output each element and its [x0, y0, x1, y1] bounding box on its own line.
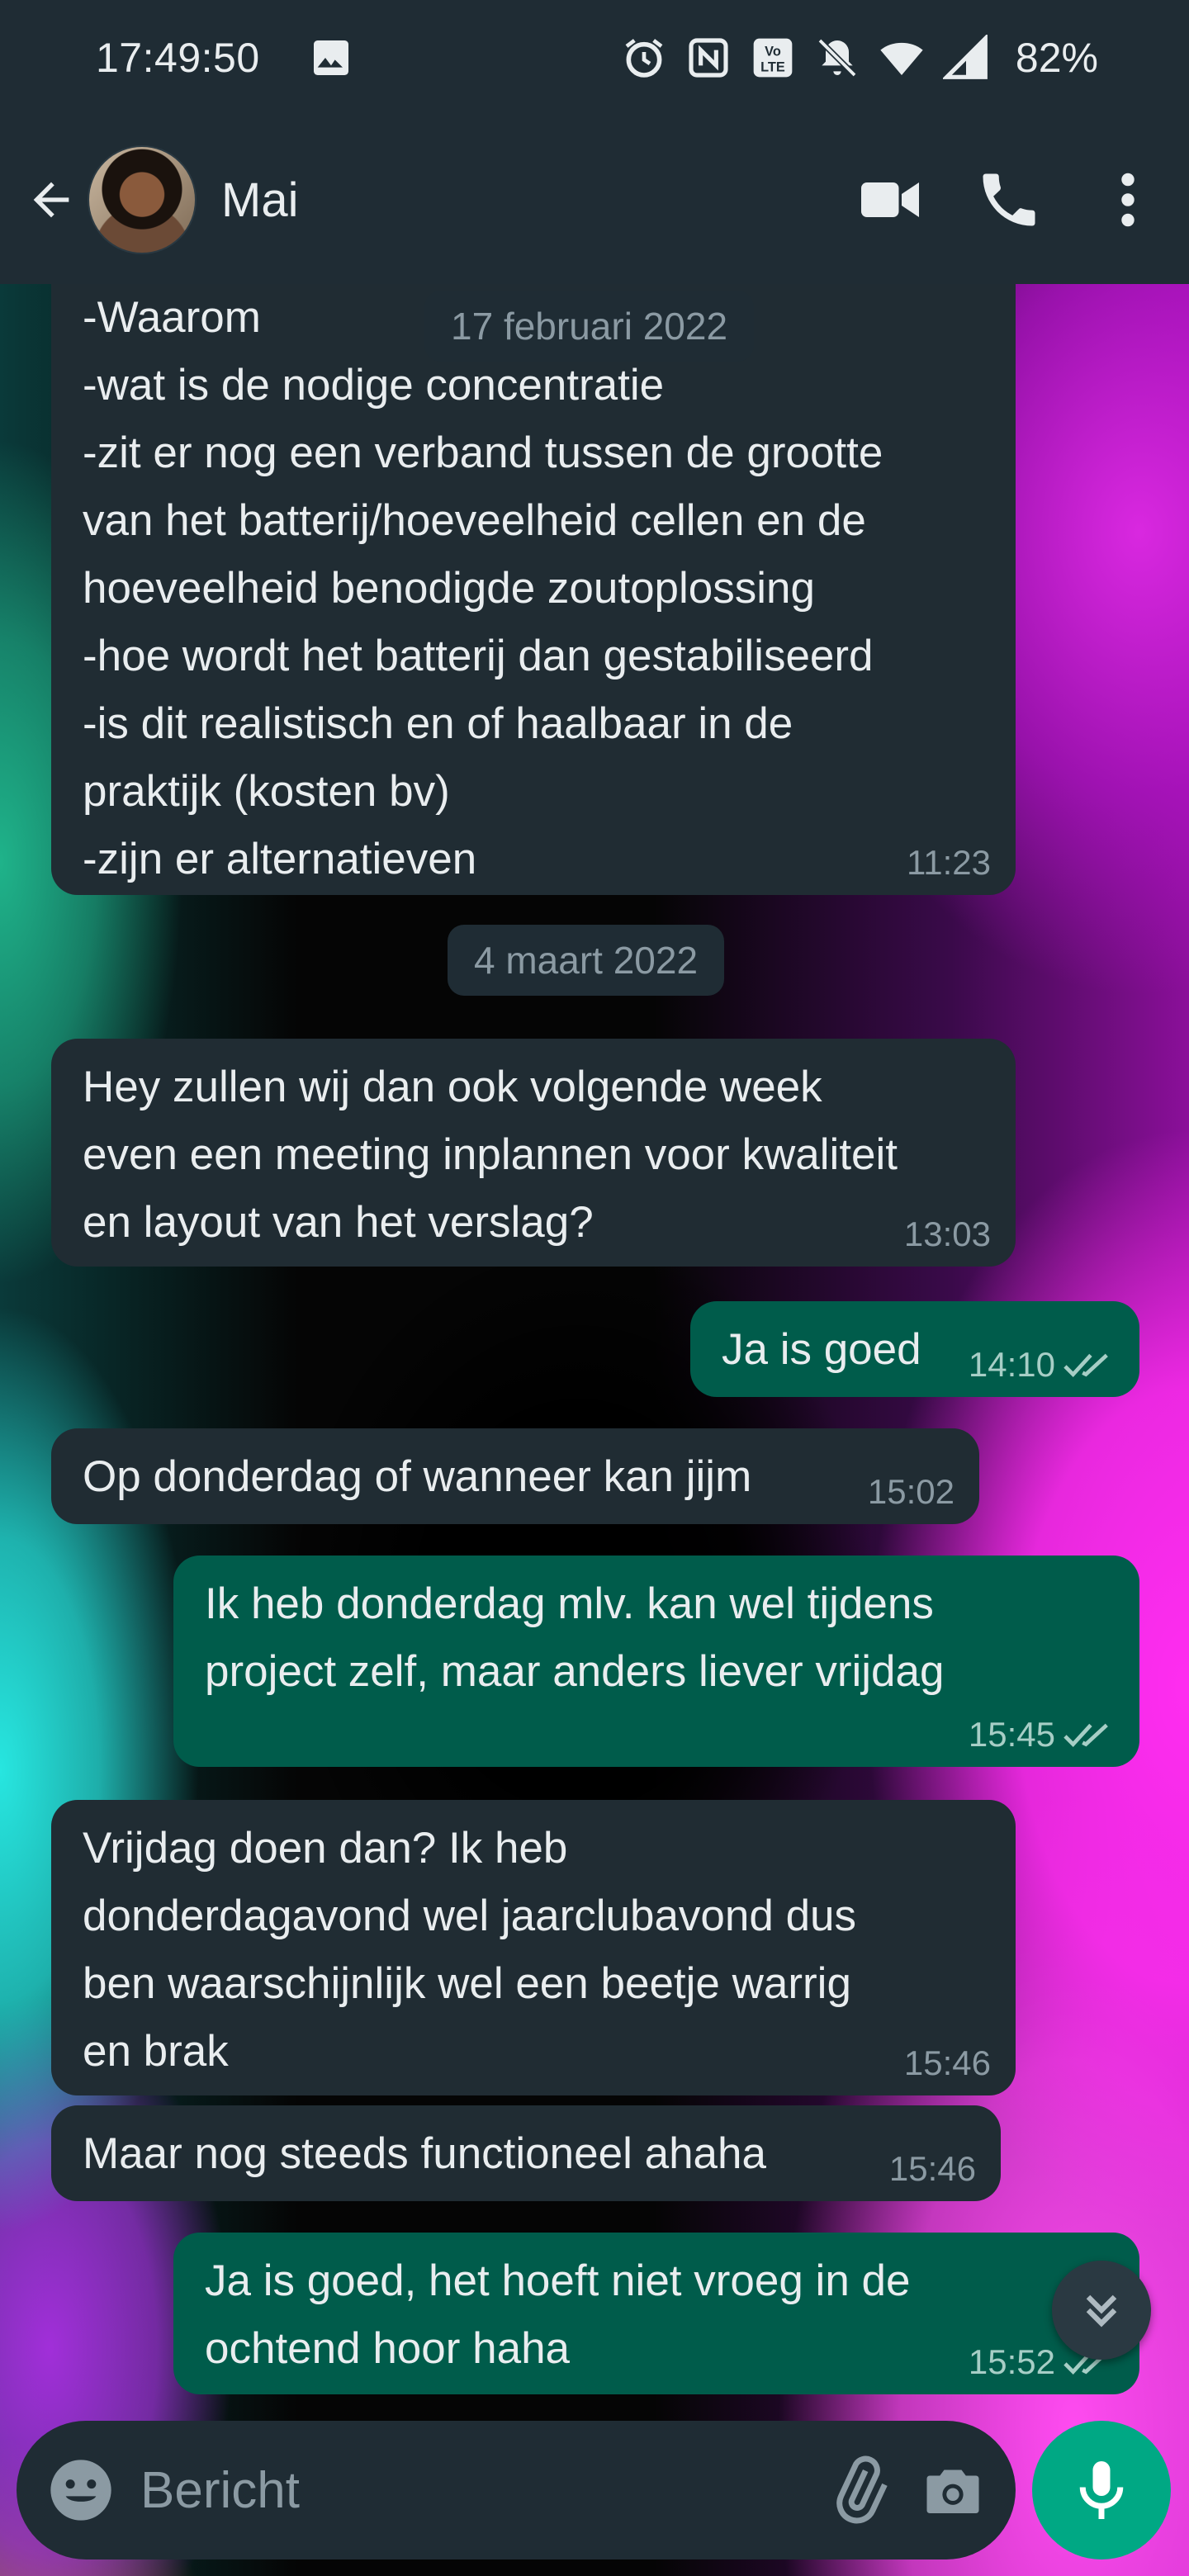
message-text: ben waarschijnlijk wel een beetje warrig: [83, 1959, 851, 2008]
date-separator: 4 maart 2022: [448, 925, 725, 996]
video-call-icon[interactable]: [855, 165, 925, 234]
svg-text:LTE: LTE: [760, 59, 785, 74]
message-outgoing[interactable]: Ik heb donderdag mlv. kan wel tijdens pr…: [173, 1556, 1139, 1767]
mic-button[interactable]: [1032, 2421, 1171, 2559]
svg-text:Vo: Vo: [765, 45, 781, 59]
message-text: -zijn er alternatieven: [83, 835, 477, 883]
image-icon: [308, 35, 354, 81]
message-text: -zit er nog een verband tussen de groott…: [83, 429, 883, 477]
message-outgoing[interactable]: Ja is goed 14:10: [690, 1301, 1139, 1397]
double-check-icon: [1063, 1718, 1115, 1751]
message-time: 11:23: [907, 843, 991, 882]
volte-icon: Vo LTE: [750, 35, 796, 81]
message-incoming[interactable]: -Waarom -wat is de nodige concentratie -…: [51, 284, 1016, 895]
message-list[interactable]: -Waarom -wat is de nodige concentratie -…: [0, 284, 1189, 2414]
message-text: Ja is goed, het hoeft niet vroeg in de: [205, 2256, 911, 2305]
more-vert-icon[interactable]: [1093, 165, 1163, 234]
message-outgoing[interactable]: Ja is goed, het hoeft niet vroeg in de o…: [173, 2233, 1139, 2394]
mic-icon: [1079, 2461, 1124, 2519]
message-composer: [17, 2421, 1016, 2559]
message-incoming[interactable]: Hey zullen wij dan ook volgende week eve…: [51, 1039, 1016, 1267]
message-text: even een meeting inplannen voor kwalitei…: [83, 1130, 898, 1179]
message-time: 15:02: [867, 1472, 955, 1511]
message-time: 13:03: [903, 1215, 991, 1253]
message-incoming[interactable]: Op donderdag of wanneer kan jijm 15:02: [51, 1428, 979, 1524]
message-text: Maar nog steeds functioneel ahaha: [83, 2129, 766, 2178]
message-time: 15:46: [888, 2149, 976, 2188]
double-check-icon: [1063, 1348, 1115, 1381]
message-text: project zelf, maar anders liever vrijdag: [205, 1647, 945, 1696]
camera-icon[interactable]: [918, 2455, 988, 2525]
message-input[interactable]: [140, 2449, 799, 2531]
message-text: -hoe wordt het batterij dan gestabilisee…: [83, 632, 874, 680]
message-text: Vrijdag doen dan? Ik heb: [83, 1824, 568, 1873]
message-time: 15:45: [969, 1714, 1115, 1755]
back-button[interactable]: [20, 168, 83, 231]
message-time: 14:10: [969, 1344, 1115, 1385]
message-text: en brak: [83, 2027, 229, 2076]
contact-name[interactable]: Mai: [221, 173, 298, 228]
double-chevron-down-icon: [1086, 2294, 1117, 2327]
chat-header: Mai: [0, 116, 1189, 284]
message-time: 15:46: [903, 2043, 991, 2082]
message-text: -is dit realistisch en of haalbaar in de: [83, 699, 793, 748]
message-text: -wat is de nodige concentratie: [83, 361, 665, 410]
nfc-icon: [685, 35, 732, 81]
message-text: Op donderdag of wanneer kan jijm: [83, 1452, 752, 1501]
message-text: van het batterij/hoeveelheid cellen en d…: [83, 496, 866, 545]
scroll-to-bottom-button[interactable]: [1052, 2261, 1151, 2360]
message-text: Hey zullen wij dan ook volgende week: [83, 1063, 822, 1111]
signal-icon: [942, 35, 989, 81]
battery-level: 82%: [1015, 35, 1098, 81]
status-bar: 17:49:50 Vo LTE 82%: [0, 0, 1189, 116]
message-text: donderdagavond wel jaarclubavond dus: [83, 1892, 857, 1940]
mute-icon: [814, 35, 860, 81]
attach-icon[interactable]: [824, 2455, 893, 2525]
emoji-icon[interactable]: [45, 2454, 117, 2526]
back-arrow-icon: [33, 182, 69, 218]
phone-icon[interactable]: [974, 165, 1044, 234]
avatar[interactable]: [88, 145, 197, 254]
message-text: Ik heb donderdag mlv. kan wel tijdens: [205, 1579, 934, 1628]
alarm-icon: [621, 35, 667, 81]
floating-date-chip: 17 februari 2022: [424, 291, 755, 362]
message-incoming[interactable]: Vrijdag doen dan? Ik heb donderdagavond …: [51, 1800, 1016, 2095]
status-time: 17:49:50: [96, 35, 260, 81]
message-text: hoeveelheid benodigde zoutoplossing: [83, 564, 815, 613]
wifi-icon: [879, 35, 925, 81]
message-text: en layout van het verslag?: [83, 1198, 594, 1247]
message-incoming[interactable]: Maar nog steeds functioneel ahaha 15:46: [51, 2105, 1001, 2201]
message-text: praktijk (kosten bv): [83, 767, 450, 816]
